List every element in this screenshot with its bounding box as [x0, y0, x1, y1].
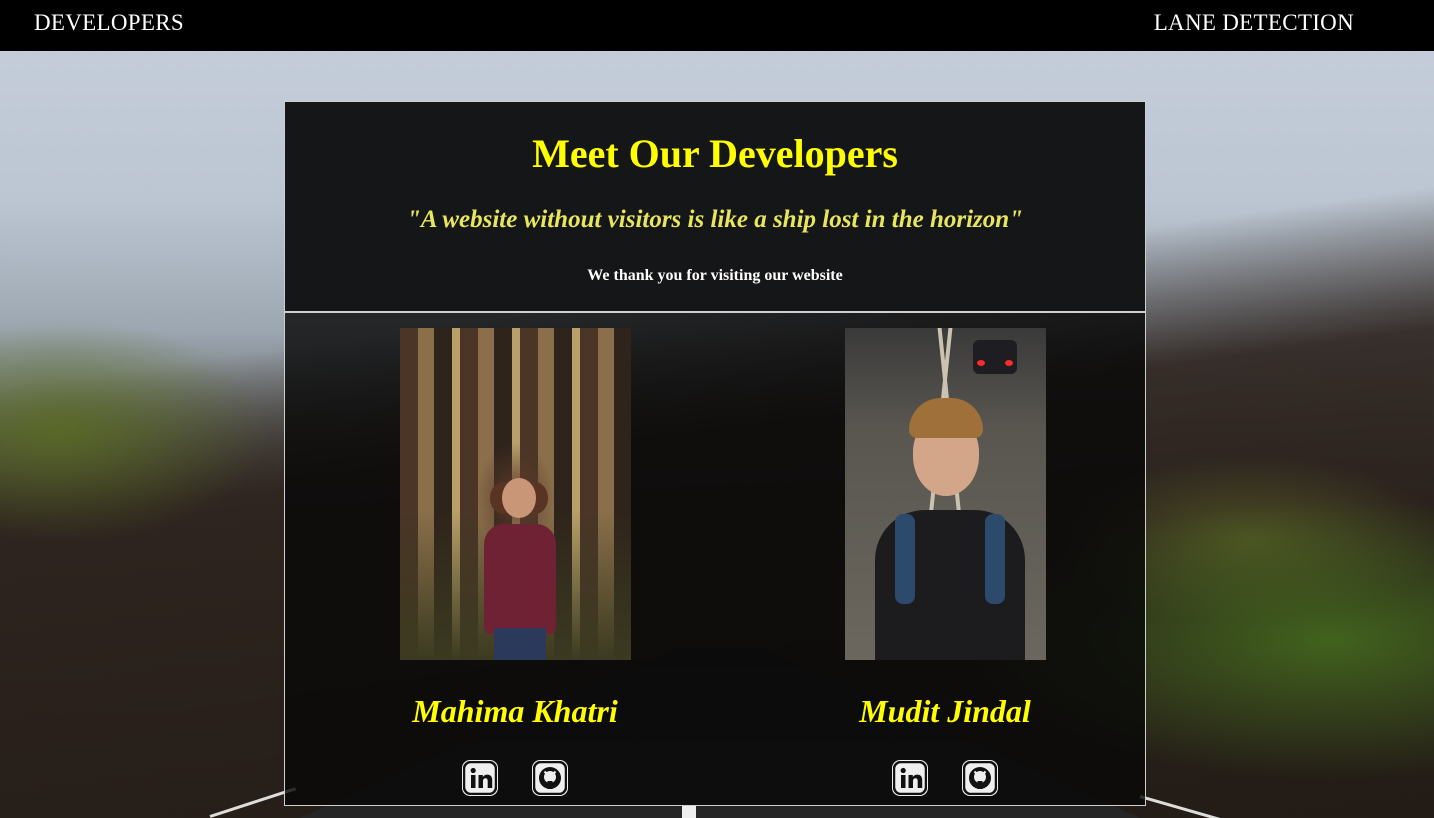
site-brand[interactable]: DEVELOPERS: [34, 10, 184, 36]
top-nav-bar: DEVELOPERS LANE DETECTION: [0, 0, 1434, 51]
developer-name: Mahima Khatri: [412, 693, 618, 729]
linkedin-icon[interactable]: [462, 760, 498, 796]
quote-text: "A website without visitors is like a sh…: [406, 206, 1024, 233]
developer-photo: [844, 328, 1046, 660]
nav-link-lane-detection[interactable]: LANE DETECTION: [1154, 10, 1354, 36]
road-marking: [682, 806, 696, 818]
linkedin-icon[interactable]: [892, 760, 928, 796]
person-figure: [480, 478, 560, 660]
github-icon[interactable]: [962, 760, 998, 796]
social-links: [365, 760, 665, 796]
social-links: [795, 760, 1095, 796]
developer-card: Mahima Khatri: [365, 328, 665, 796]
developer-photo: [399, 328, 631, 660]
road-marking: [1139, 795, 1227, 818]
developer-name: Mudit Jindal: [859, 693, 1031, 729]
developer-card: Mudit Jindal: [795, 328, 1095, 796]
page-title: Meet Our Developers: [532, 131, 898, 176]
person-figure: [874, 398, 1025, 660]
github-icon[interactable]: [532, 760, 568, 796]
thanks-text: We thank you for visiting our website: [587, 267, 843, 284]
developers-panel: Mahima Khatri Mudit Jindal: [284, 312, 1146, 806]
intro-panel: Meet Our Developers "A website without v…: [284, 101, 1146, 312]
